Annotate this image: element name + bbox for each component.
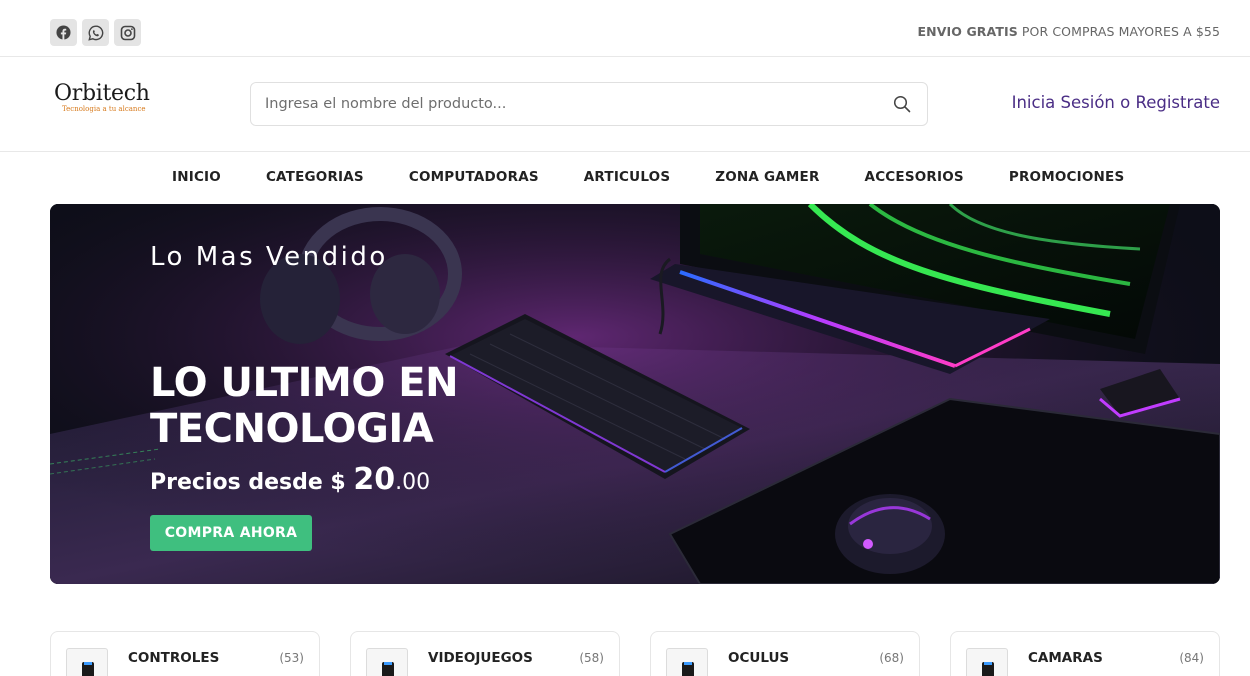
hero-subtitle: Lo Mas Vendido <box>150 242 388 272</box>
logo-text: Orbitech <box>54 81 150 106</box>
search-icon[interactable] <box>893 95 911 113</box>
category-thumbnail <box>966 648 1008 676</box>
category-count: (68) <box>879 651 904 665</box>
price-prefix: Precios desde $ <box>150 470 354 495</box>
login-register-link[interactable]: Inicia Sesión o Registrate <box>1012 93 1220 112</box>
hero-title-line2: TECNOLOGIA <box>150 406 434 452</box>
nav-item-inicio[interactable]: INICIO <box>172 169 221 185</box>
facebook-link[interactable] <box>50 19 77 46</box>
social-links <box>50 19 141 46</box>
top-bar: ENVIO GRATIS POR COMPRAS MAYORES A $55 <box>0 0 1250 57</box>
category-thumbnail <box>366 648 408 676</box>
whatsapp-icon <box>87 24 103 41</box>
nav-item-accesorios[interactable]: ACCESORIOS <box>865 169 964 185</box>
main-header: Orbitech Tecnologia a tu alcance Inicia … <box>0 57 1250 152</box>
free-shipping-notice: ENVIO GRATIS POR COMPRAS MAYORES A $55 <box>918 24 1220 39</box>
price-cents: .00 <box>395 470 431 495</box>
promo-bold: ENVIO GRATIS <box>917 24 1018 39</box>
search-input[interactable] <box>265 83 875 125</box>
category-thumbnail <box>666 648 708 676</box>
product-image-icon <box>82 662 94 676</box>
instagram-link[interactable] <box>114 19 141 46</box>
category-name: CAMARAS <box>1028 650 1103 666</box>
price-whole: 20 <box>353 462 396 497</box>
instagram-icon <box>120 25 135 40</box>
logo-tagline: Tecnologia a tu alcance <box>62 105 146 113</box>
search-box <box>250 82 928 126</box>
category-card-controles[interactable]: CONTROLES (53) <box>50 631 320 676</box>
category-count: (58) <box>579 651 604 665</box>
category-card-videojuegos[interactable]: VIDEOJUEGOS (58) <box>350 631 620 676</box>
category-cards: CONTROLES (53) VIDEOJUEGOS (58) OCULUS (… <box>50 631 1220 676</box>
category-name: OCULUS <box>728 650 790 666</box>
product-image-icon <box>982 662 994 676</box>
category-count: (84) <box>1179 651 1204 665</box>
category-count: (53) <box>279 651 304 665</box>
category-card-oculus[interactable]: OCULUS (68) <box>650 631 920 676</box>
nav-item-promociones[interactable]: PROMOCIONES <box>1009 169 1125 185</box>
hero-banner: Lo Mas Vendido LO ULTIMO EN TECNOLOGIA P… <box>50 204 1220 584</box>
promo-text: POR COMPRAS MAYORES A $55 <box>1017 24 1220 39</box>
category-card-camaras[interactable]: CAMARAS (84) <box>950 631 1220 676</box>
hero-price: Precios desde $ 20.00 <box>150 462 430 497</box>
nav-item-articulos[interactable]: ARTICULOS <box>584 169 670 185</box>
product-image-icon <box>382 662 394 676</box>
facebook-icon <box>56 25 71 40</box>
category-name: VIDEOJUEGOS <box>428 650 533 666</box>
buy-now-button[interactable]: COMPRA AHORA <box>150 515 312 551</box>
hero-title-line1: LO ULTIMO EN <box>150 360 459 406</box>
nav-item-categorias[interactable]: CATEGORIAS <box>266 169 364 185</box>
hero-title: LO ULTIMO EN TECNOLOGIA <box>150 360 459 452</box>
product-image-icon <box>682 662 694 676</box>
category-name: CONTROLES <box>128 650 220 666</box>
logo[interactable]: Orbitech Tecnologia a tu alcance <box>54 81 164 121</box>
category-thumbnail <box>66 648 108 676</box>
whatsapp-link[interactable] <box>82 19 109 46</box>
nav-item-zona-gamer[interactable]: ZONA GAMER <box>715 169 819 185</box>
nav-item-computadoras[interactable]: COMPUTADORAS <box>409 169 539 185</box>
main-nav: INICIO CATEGORIAS COMPUTADORAS ARTICULOS… <box>0 152 1250 204</box>
